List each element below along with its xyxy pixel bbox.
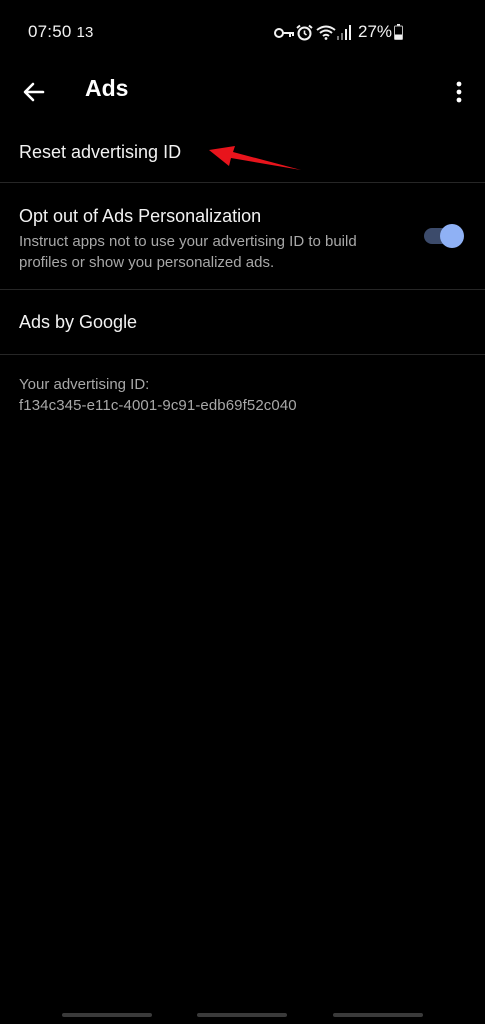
opt-out-personalization-toggle[interactable] bbox=[424, 224, 464, 248]
status-time: 07:50 13 bbox=[28, 22, 94, 41]
battery-icon bbox=[394, 24, 403, 40]
opt-out-personalization-label: Opt out of Ads Personalization bbox=[19, 206, 262, 226]
wifi-icon bbox=[316, 25, 336, 40]
reset-advertising-id-label: Reset advertising ID bbox=[19, 142, 182, 162]
alarm-icon bbox=[296, 24, 313, 41]
advertising-id-value: f134c345-e11c-4001-9c91-edb69f52c040 bbox=[19, 397, 297, 414]
nav-home-handle[interactable] bbox=[197, 1013, 287, 1017]
more-options-button[interactable] bbox=[444, 72, 474, 112]
notification-count: 13 bbox=[76, 24, 94, 41]
battery-percent: 27% bbox=[358, 22, 393, 41]
navigation-bar bbox=[0, 1004, 485, 1024]
cell-signal-icon bbox=[337, 25, 351, 40]
opt-out-personalization-row[interactable]: Opt out of Ads Personalization Instruct … bbox=[0, 183, 485, 289]
status-bar: 07:50 13 27% bbox=[0, 0, 485, 66]
app-bar: Ads bbox=[0, 66, 485, 126]
vpn-key-icon bbox=[274, 28, 294, 38]
arrow-left-icon bbox=[23, 82, 45, 102]
toggle-thumb bbox=[440, 224, 464, 248]
ads-by-google-label: Ads by Google bbox=[19, 312, 138, 332]
nav-recents-handle[interactable] bbox=[62, 1013, 152, 1017]
advertising-id-label: Your advertising ID: bbox=[19, 376, 150, 393]
page-title: Ads bbox=[85, 75, 129, 101]
more-vert-icon bbox=[456, 81, 462, 103]
nav-back-handle[interactable] bbox=[333, 1013, 423, 1017]
ads-by-google-row[interactable]: Ads by Google bbox=[0, 290, 485, 354]
back-button[interactable] bbox=[14, 72, 54, 112]
opt-out-personalization-summary: Instruct apps not to use your advertisin… bbox=[19, 233, 357, 271]
annotation-arrow-icon bbox=[209, 146, 301, 170]
divider bbox=[0, 354, 485, 355]
